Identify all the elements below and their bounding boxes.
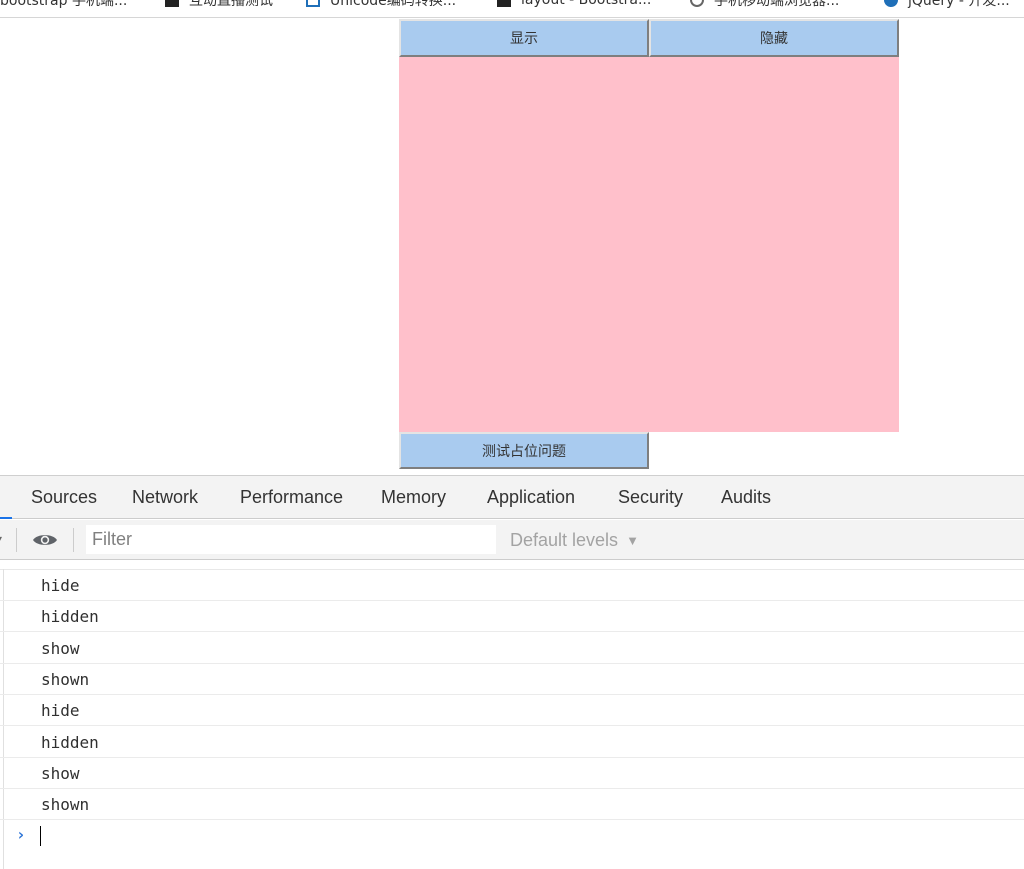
- console-log-row: hide: [0, 570, 1024, 601]
- tab-audits[interactable]: Audits: [721, 476, 771, 519]
- bookmark-icon: [165, 0, 179, 7]
- tab-network[interactable]: Network: [132, 476, 198, 519]
- console-log-row: hidden: [0, 727, 1024, 758]
- console-log-text: shown: [41, 794, 90, 814]
- console-log-row: shown: [0, 664, 1024, 695]
- chevron-down-icon: ▼: [626, 532, 639, 548]
- hide-button[interactable]: 隐藏: [649, 19, 899, 57]
- console-log-row: shown: [0, 789, 1024, 820]
- tab-security[interactable]: Security: [618, 476, 683, 519]
- bookmark-label: Unicode编码转换...: [330, 0, 457, 9]
- console-filter-input[interactable]: [86, 525, 496, 554]
- bookmarks-bar: bootstrap 手机端... 互动直播测试 Unicode编码转换... l…: [0, 0, 1024, 18]
- bookmark-item[interactable]: Unicode编码转换...: [306, 0, 456, 9]
- console-log-row: hide: [0, 695, 1024, 726]
- console-log-text: hide: [41, 700, 80, 720]
- bookmark-label: jQuery - 开发...: [908, 0, 1010, 9]
- bookmark-item[interactable]: 互动直播测试: [165, 0, 273, 9]
- console-log-text: show: [41, 763, 80, 783]
- console-log-text: hidden: [41, 732, 99, 752]
- show-button[interactable]: 显示: [399, 19, 649, 57]
- console-prompt-icon: ›: [16, 825, 26, 844]
- console-toolbar: ▾ Default levels ▼: [0, 520, 1024, 560]
- bookmark-item[interactable]: jQuery - 开发...: [884, 0, 1010, 9]
- devtools-tabbar: Sources Network Performance Memory Appli…: [0, 476, 1024, 519]
- eye-icon[interactable]: [32, 532, 58, 548]
- default-levels-label: Default levels: [510, 529, 619, 550]
- context-dropdown-icon[interactable]: ▾: [0, 534, 2, 545]
- toolbar-separator: [16, 528, 17, 552]
- console-log-text: hidden: [41, 606, 99, 626]
- console-log-row: show: [0, 758, 1024, 789]
- bookmark-label: 互动直播测试: [189, 0, 273, 9]
- globe-icon: [884, 0, 898, 7]
- bookmark-label: layout - Bootstra...: [521, 0, 652, 8]
- test-placeholder-button[interactable]: 测试占位问题: [399, 432, 649, 469]
- default-levels-dropdown[interactable]: Default levels ▼: [510, 520, 639, 560]
- active-tab-indicator: [0, 517, 12, 519]
- tab-memory[interactable]: Memory: [381, 476, 446, 519]
- bookmark-icon: [306, 0, 320, 7]
- console-input[interactable]: [40, 826, 41, 846]
- bookmark-label: 手机移动端浏览器...: [714, 0, 840, 9]
- console-log-row: show: [0, 633, 1024, 664]
- bookmark-item[interactable]: layout - Bootstra...: [497, 0, 651, 9]
- bookmark-icon: [497, 0, 511, 7]
- console-log-row: hidden: [0, 601, 1024, 632]
- tab-application[interactable]: Application: [487, 476, 575, 519]
- bookmark-item[interactable]: bootstrap 手机端...: [0, 0, 127, 9]
- tab-performance[interactable]: Performance: [240, 476, 343, 519]
- console-log-text: shown: [41, 669, 90, 689]
- tab-sources[interactable]: Sources: [31, 476, 97, 519]
- pink-box: [399, 57, 899, 432]
- toolbar-separator: [73, 528, 74, 552]
- bookmark-item[interactable]: 手机移动端浏览器...: [690, 0, 839, 9]
- console-log-text: hide: [41, 575, 80, 595]
- bookmark-icon: [690, 0, 704, 7]
- console-log-text: show: [41, 638, 80, 658]
- bookmark-label: bootstrap 手机端...: [0, 0, 128, 9]
- console-output: hide hidden show shown hide hidden show …: [0, 561, 1024, 869]
